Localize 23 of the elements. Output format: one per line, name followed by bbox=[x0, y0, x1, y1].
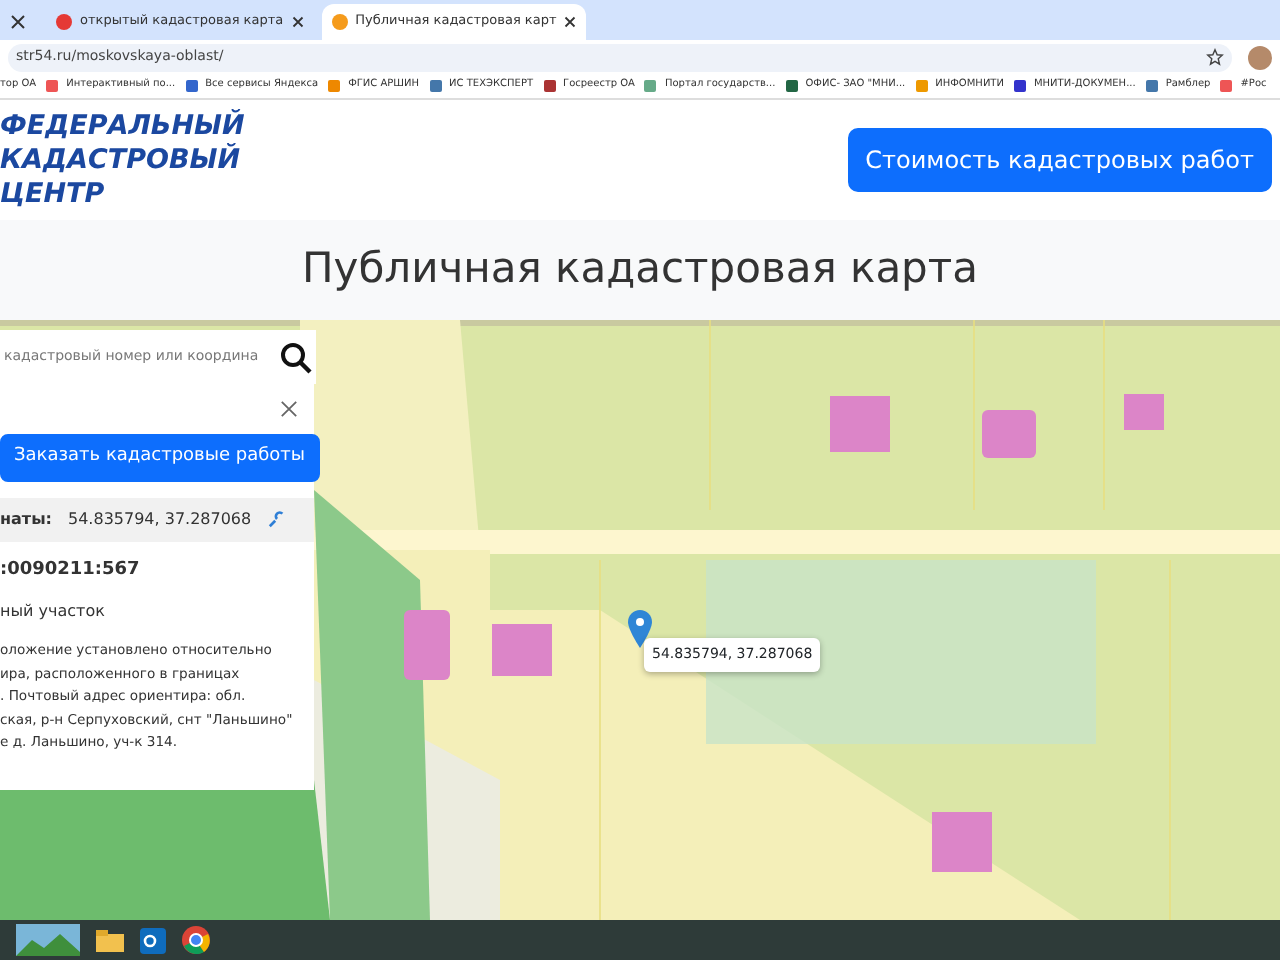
star-icon[interactable] bbox=[1206, 48, 1224, 66]
order-button[interactable]: Заказать кадастровые работы bbox=[0, 434, 319, 481]
cadastral-number: :0090211:567 bbox=[0, 557, 142, 583]
map-pin-icon[interactable] bbox=[628, 610, 652, 648]
cost-button[interactable]: Стоимость кадастровых работ bbox=[847, 128, 1272, 192]
close-tab-icon[interactable] bbox=[564, 16, 577, 28]
link-icon[interactable] bbox=[267, 510, 286, 528]
object-type: ный участок bbox=[0, 600, 107, 624]
site-favicon-icon bbox=[331, 14, 348, 30]
close-tab-icon[interactable] bbox=[10, 14, 26, 30]
logo-text[interactable]: ФЕДЕРАЛЬНЫЙ КАДАСТРОВЫЙ ЦЕНТР bbox=[0, 109, 245, 211]
mail-app-icon[interactable] bbox=[140, 927, 166, 953]
search-icon bbox=[280, 341, 312, 373]
page-title: Публичная кадастровая карта bbox=[302, 244, 978, 296]
avatar-icon[interactable] bbox=[1248, 45, 1272, 69]
coordinates-label: наты: bbox=[0, 507, 52, 531]
landscape-thumbnail-icon[interactable] bbox=[16, 924, 80, 956]
browser-icon[interactable] bbox=[182, 926, 210, 954]
folder-icon[interactable] bbox=[96, 929, 124, 951]
site-favicon-icon bbox=[56, 14, 72, 30]
coordinates-value: 54.835794, 37.287068 bbox=[68, 507, 252, 531]
close-tab-icon[interactable] bbox=[291, 16, 304, 28]
close-icon[interactable] bbox=[280, 400, 298, 418]
